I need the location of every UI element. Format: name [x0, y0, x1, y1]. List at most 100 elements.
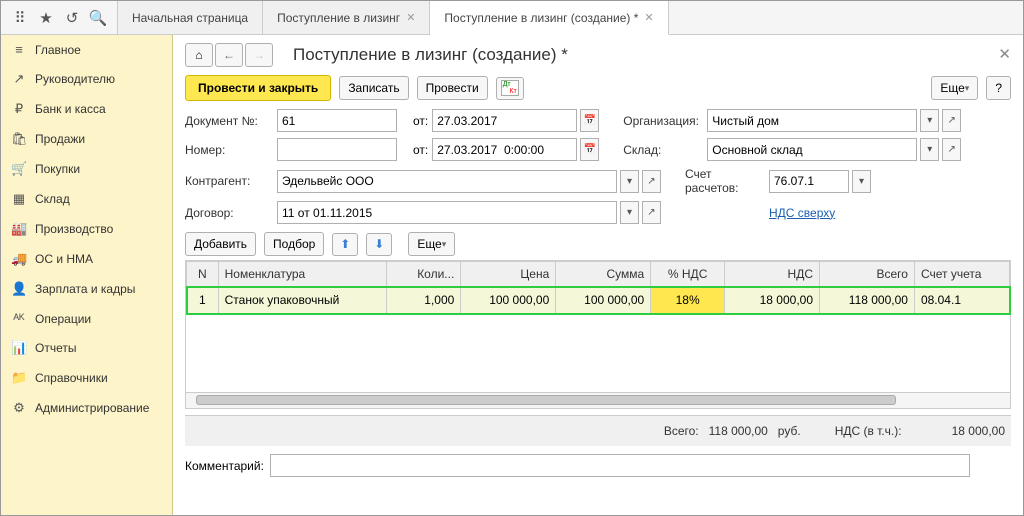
sidebar-item-catalogs[interactable]: 📁 Справочники — [1, 363, 172, 393]
acc-input[interactable] — [769, 170, 849, 193]
home-button[interactable]: ⌂ — [185, 43, 213, 67]
open-icon[interactable]: ↗ — [642, 170, 661, 193]
col-vat[interactable]: НДС — [725, 262, 820, 287]
pick-button[interactable]: Подбор — [264, 232, 324, 256]
open-icon[interactable]: ↗ — [942, 109, 961, 132]
col-vatp[interactable]: % НДС — [651, 262, 725, 287]
dtkt-button[interactable] — [496, 77, 524, 100]
col-total[interactable]: Всего — [820, 262, 915, 287]
dropdown-icon[interactable]: ▾ — [620, 201, 639, 224]
vat-mode-link[interactable]: НДС сверху — [769, 206, 835, 220]
contract-input[interactable] — [277, 201, 617, 224]
scrollbar-thumb[interactable] — [196, 395, 896, 405]
forward-button[interactable]: → — [245, 43, 273, 67]
calendar-icon[interactable]: 📅 — [580, 138, 599, 161]
table-row[interactable]: 1 Станок упаковочный 1,000 100 000,00 10… — [187, 287, 1010, 314]
cell-nomen: Станок упаковочный — [218, 287, 387, 314]
close-form-icon[interactable]: ✕ — [998, 45, 1011, 63]
dropdown-icon[interactable]: ▾ — [620, 170, 639, 193]
date1-input[interactable] — [432, 109, 577, 132]
calendar-icon[interactable]: 📅 — [580, 109, 599, 132]
cell-vat: 18 000,00 — [725, 287, 820, 314]
content-area: ✕ ⌂ ← → Поступление в лизинг (создание) … — [173, 35, 1023, 515]
post-and-close-button[interactable]: Провести и закрыть — [185, 75, 331, 101]
sidebar-item-main[interactable]: ≡Главное — [1, 35, 172, 64]
cell-total: 118 000,00 — [820, 287, 915, 314]
col-n[interactable]: N — [187, 262, 219, 287]
sidebar-label: Зарплата и кадры — [35, 282, 135, 296]
warehouse-input[interactable] — [707, 138, 917, 161]
more-button[interactable]: Еще — [931, 76, 978, 100]
move-up-button[interactable]: ⬆ — [332, 233, 358, 256]
comment-input[interactable] — [270, 454, 970, 477]
dropdown-icon[interactable]: ▾ — [920, 138, 939, 161]
col-qty[interactable]: Коли... — [387, 262, 461, 287]
table-empty-area — [186, 314, 1010, 392]
sidebar-label: Отчеты — [35, 341, 76, 355]
sidebar-item-reports[interactable]: 📊Отчеты — [1, 333, 172, 363]
open-icon[interactable]: ↗ — [642, 201, 661, 224]
search-icon[interactable]: 🔍 — [85, 5, 111, 31]
sidebar-item-operations[interactable]: ᴬᴷОперации — [1, 304, 172, 333]
post-button[interactable]: Провести — [417, 76, 488, 100]
doc-no-input[interactable] — [277, 109, 397, 132]
sidebar-item-production[interactable]: 🏭 Производство — [1, 214, 172, 244]
tabs: Начальная страница Поступление в лизинг … — [117, 1, 1023, 34]
contragent-input[interactable] — [277, 170, 617, 193]
sidebar-label: Покупки — [35, 162, 80, 176]
sidebar-item-warehouse[interactable]: ▦Склад — [1, 184, 172, 214]
number-input[interactable] — [277, 138, 397, 161]
org-label: Организация: — [603, 114, 703, 128]
history-icon[interactable]: ↺ — [59, 5, 85, 31]
help-button[interactable]: ? — [986, 76, 1011, 100]
items-table: N Номенклатура Коли... Цена Сумма % НДС … — [185, 260, 1011, 393]
sidebar-item-bank[interactable]: ₽Банк и касса — [1, 94, 172, 124]
dropdown-icon[interactable]: ▾ — [852, 170, 871, 193]
sidebar-item-hr[interactable]: 👤Зарплата и кадры — [1, 274, 172, 304]
back-button[interactable]: ← — [215, 43, 243, 67]
dropdown-icon[interactable]: ▾ — [920, 109, 939, 132]
sidebar-label: Производство — [35, 222, 113, 236]
add-button[interactable]: Добавить — [185, 232, 256, 256]
col-sum[interactable]: Сумма — [556, 262, 651, 287]
apps-icon[interactable]: ⠿ — [7, 5, 33, 31]
sidebar-item-assets[interactable]: 🚚ОС и НМА — [1, 244, 172, 274]
open-icon[interactable]: ↗ — [942, 138, 961, 161]
sidebar-item-purchases[interactable]: 🛒 Покупки — [1, 154, 172, 184]
col-nomen[interactable]: Номенклатура — [218, 262, 387, 287]
close-icon[interactable]: ✕ — [406, 11, 415, 24]
contragent-label: Контрагент: — [185, 174, 273, 188]
total-label: Всего: — [664, 424, 699, 438]
table-more-button[interactable]: Еще — [408, 232, 455, 256]
col-price[interactable]: Цена — [461, 262, 556, 287]
move-down-button[interactable]: ⬇ — [366, 233, 392, 256]
sidebar-label: Продажи — [35, 132, 85, 146]
cell-vatp[interactable]: 18% — [651, 287, 725, 314]
tab-label: Поступление в лизинг — [277, 11, 400, 25]
sidebar-item-manager[interactable]: ↗Руководителю — [1, 64, 172, 94]
factory-icon: 🏭 — [11, 221, 27, 237]
warehouse-label: Склад: — [603, 143, 703, 157]
star-icon[interactable]: ★ — [33, 5, 59, 31]
folder-icon: 📁 — [11, 370, 27, 386]
tab-doc1[interactable]: Поступление в лизинг ✕ — [263, 1, 430, 34]
close-icon[interactable]: ✕ — [644, 11, 653, 24]
cell-price: 100 000,00 — [461, 287, 556, 314]
sidebar-item-sales[interactable]: 🛍 Продажи — [1, 124, 172, 154]
rub-label: руб. — [778, 424, 801, 438]
sidebar-label: Главное — [35, 43, 81, 57]
date2-input[interactable] — [432, 138, 577, 161]
cart-icon: 🛒 — [11, 161, 27, 177]
col-acct[interactable]: Счет учета — [914, 262, 1009, 287]
sidebar-label: Справочники — [35, 371, 108, 385]
save-button[interactable]: Записать — [339, 76, 408, 100]
from-label: от: — [413, 114, 428, 128]
sidebar: ≡Главное ↗Руководителю ₽Банк и касса 🛍 Пр… — [1, 35, 173, 515]
bag-icon: 🛍 — [11, 131, 27, 147]
horizontal-scrollbar[interactable] — [185, 393, 1011, 409]
sidebar-item-admin[interactable]: ⚙Администрирование — [1, 393, 172, 423]
tab-home[interactable]: Начальная страница — [117, 1, 263, 34]
comment-label: Комментарий: — [185, 459, 264, 473]
tab-doc2-active[interactable]: Поступление в лизинг (создание) * ✕ — [430, 1, 668, 35]
org-input[interactable] — [707, 109, 917, 132]
